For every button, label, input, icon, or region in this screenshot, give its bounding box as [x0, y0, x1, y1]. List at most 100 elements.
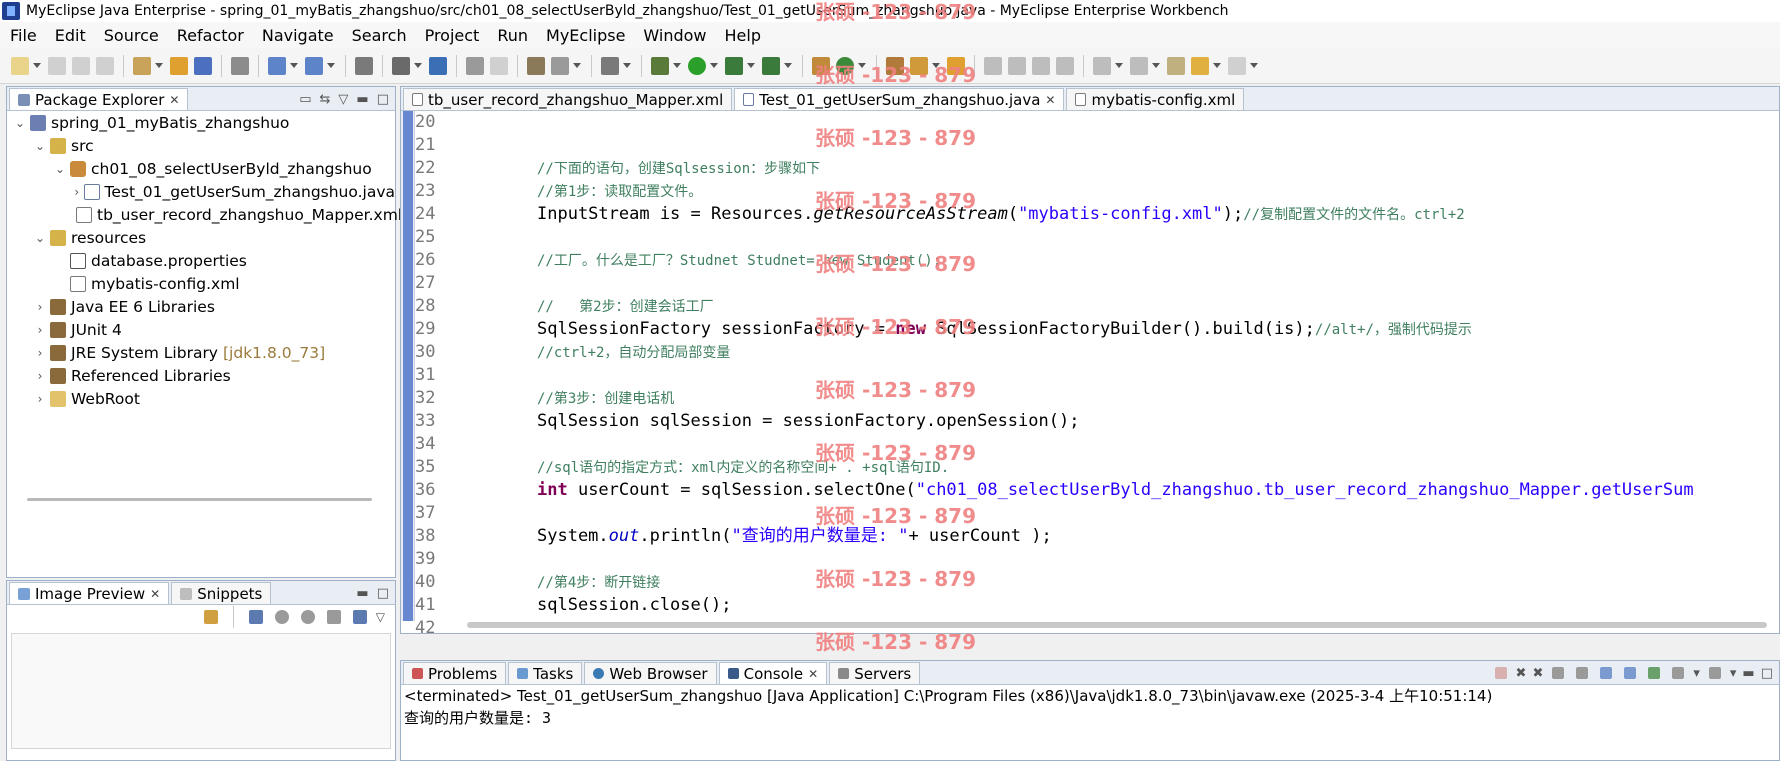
open-type-icon[interactable] [170, 56, 188, 75]
tree-item[interactable]: ⌄ resources [7, 226, 395, 249]
link-with-editor-icon[interactable]: ⇆ [320, 92, 331, 107]
run-dropdown-icon[interactable] [710, 63, 718, 68]
menu-project[interactable]: Project [415, 26, 488, 45]
new-java-project-dropdown-icon[interactable] [155, 63, 163, 68]
chevron-right-icon[interactable]: › [33, 369, 47, 383]
next-annotation-dropdown-icon[interactable] [1115, 63, 1123, 68]
tab-web-browser[interactable]: Web Browser [584, 662, 717, 684]
console-dropdown-icon[interactable] [623, 63, 631, 68]
print-icon[interactable] [96, 56, 114, 75]
chevron-right-icon[interactable]: › [33, 323, 47, 337]
menu-navigate[interactable]: Navigate [252, 26, 342, 45]
wizard-dropdown-icon[interactable] [414, 63, 422, 68]
menu-edit[interactable]: Edit [45, 26, 94, 45]
run-external-icon[interactable] [725, 56, 743, 75]
launch-icon[interactable] [490, 56, 508, 75]
tree-item[interactable]: database.properties [7, 249, 395, 272]
tree-item[interactable]: › Referenced Libraries [7, 364, 395, 387]
task-icon[interactable] [527, 56, 545, 75]
tree-item[interactable]: ⌄ src [7, 134, 395, 157]
new-java-project-icon[interactable] [133, 56, 151, 75]
chevron-right-icon[interactable]: › [33, 392, 47, 406]
back-dropdown-icon[interactable] [1213, 63, 1221, 68]
display-console-icon[interactable] [1672, 667, 1685, 679]
tab-test-java[interactable]: Test_01_getUserSum_zhangshuo.java ✕ [734, 88, 1065, 110]
refresh-icon[interactable] [203, 610, 218, 624]
run-external-dropdown-icon[interactable] [747, 63, 755, 68]
server-icon[interactable] [305, 56, 323, 75]
new-package-icon[interactable] [836, 56, 854, 75]
block-selection-icon[interactable] [1032, 56, 1050, 75]
run-icon[interactable] [688, 56, 706, 75]
pin-icon[interactable] [984, 56, 1002, 75]
zoom-in-icon[interactable] [300, 610, 315, 624]
menu-file[interactable]: File [0, 26, 45, 45]
chevron-down-icon[interactable]: ⌄ [13, 116, 27, 130]
console-icon[interactable] [601, 56, 619, 75]
open-perspective-icon[interactable] [466, 56, 484, 75]
wizard-icon[interactable] [392, 56, 410, 75]
fit-icon[interactable] [248, 610, 263, 624]
tree-item[interactable]: › JRE System Library [jdk1.8.0_73] [7, 341, 395, 364]
new-package-dropdown-icon[interactable] [858, 63, 866, 68]
tab-snippets[interactable]: Snippets [171, 582, 272, 604]
code-text[interactable]: //下面的语句，创建Sqlsession：步骤如下 //第1步：读取配置文件。 … [537, 111, 1694, 640]
annotation-ruler[interactable] [401, 111, 415, 621]
remove-all-terminated-icon[interactable]: ✖ [1532, 666, 1543, 681]
tab-package-explorer[interactable]: Package Explorer ✕ [9, 88, 189, 110]
search-tool-dropdown-icon[interactable] [573, 63, 581, 68]
scroll-lock-icon[interactable] [1576, 667, 1589, 679]
coverage-dropdown-icon[interactable] [784, 63, 792, 68]
minimize-icon[interactable]: ▬ [356, 92, 368, 107]
annotation-icon[interactable] [947, 56, 965, 75]
view-menu-icon[interactable]: ▽ [338, 92, 348, 107]
show-on-stderr-icon[interactable] [1624, 667, 1637, 679]
save-all-icon[interactable] [72, 56, 90, 75]
tree-item[interactable]: ⌄ spring_01_myBatis_zhangshuo [7, 111, 395, 134]
chevron-right-icon[interactable]: › [73, 185, 81, 199]
tree-item[interactable]: › Test_01_getUserSum_zhangshuo.java [7, 180, 395, 203]
tree-item[interactable]: mybatis-config.xml [7, 272, 395, 295]
forward-dropdown-icon[interactable] [1250, 63, 1258, 68]
tab-problems[interactable]: Problems [403, 662, 507, 684]
maximize-icon[interactable]: □ [377, 586, 389, 601]
console-output[interactable]: 查询的用户数量是: 3 [401, 707, 1779, 729]
open-task-icon[interactable] [886, 56, 904, 75]
prev-annotation-icon[interactable] [1130, 56, 1148, 75]
debug-dropdown-icon[interactable] [673, 63, 681, 68]
view-menu-icon[interactable]: ▽ [376, 610, 385, 624]
remove-launch-icon[interactable]: ✖ [1516, 666, 1527, 681]
menu-window[interactable]: Window [633, 26, 714, 45]
actual-size-icon[interactable] [326, 610, 341, 624]
minimize-icon[interactable]: ▬ [1742, 666, 1754, 681]
deploy-dropdown-icon[interactable] [290, 63, 298, 68]
editor-horizontal-scrollbar[interactable] [467, 622, 1767, 628]
prev-annotation-dropdown-icon[interactable] [1152, 63, 1160, 68]
show-whitespace-icon[interactable] [1056, 56, 1074, 75]
pin-console-icon[interactable] [1648, 667, 1661, 679]
forward-icon[interactable] [1228, 56, 1246, 75]
menu-source[interactable]: Source [94, 26, 167, 45]
tree-item[interactable]: ⌄ ch01_08_selectUserByld_zhangshuo [7, 157, 395, 180]
new-dropdown-icon[interactable] [33, 63, 41, 68]
open-console-icon[interactable] [1708, 667, 1721, 679]
coverage-icon[interactable] [762, 56, 780, 75]
collapse-all-icon[interactable]: ▭ [299, 92, 311, 107]
tab-mybatis-config[interactable]: mybatis-config.xml [1066, 88, 1245, 110]
browser-icon[interactable] [429, 56, 447, 75]
tab-console[interactable]: Console ✕ [718, 662, 828, 684]
menu-run[interactable]: Run [487, 26, 536, 45]
new-icon[interactable] [11, 56, 29, 75]
search-tool-icon[interactable] [551, 56, 569, 75]
tab-mapper-xml[interactable]: tb_user_record_zhangshuo_Mapper.xml [403, 88, 733, 110]
web-service-icon[interactable] [355, 56, 373, 75]
tree-item[interactable]: › JUnit 4 [7, 318, 395, 341]
maximize-icon[interactable]: □ [377, 92, 389, 107]
close-icon[interactable]: ✕ [150, 587, 160, 601]
menu-search[interactable]: Search [342, 26, 415, 45]
pen-icon[interactable] [910, 56, 928, 75]
back-icon[interactable] [1191, 56, 1209, 75]
tab-tasks[interactable]: Tasks [508, 662, 583, 684]
open-resource-icon[interactable] [194, 56, 212, 75]
terminal-icon[interactable] [231, 56, 249, 75]
